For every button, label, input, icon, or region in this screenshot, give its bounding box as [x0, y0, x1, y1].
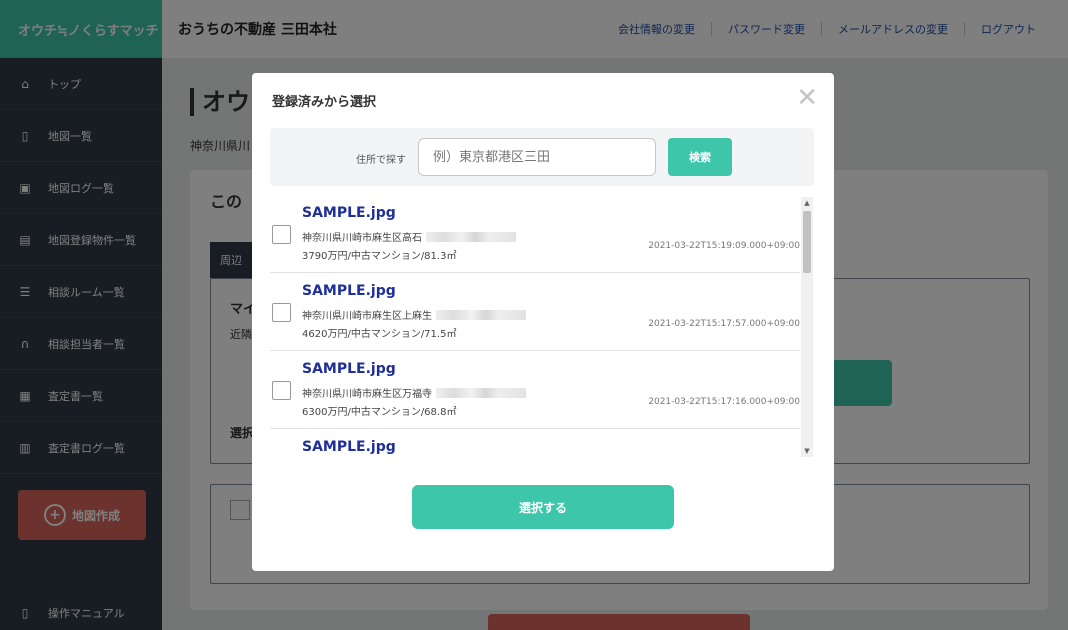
- item-filename: SAMPLE.jpg: [302, 361, 396, 377]
- search-button[interactable]: 検索: [668, 138, 732, 176]
- item-address: 神奈川県川崎市麻生区万福寺: [302, 385, 526, 400]
- list-item[interactable]: SAMPLE.jpg 神奈川県川崎市麻生区万福寺 6300万円/中古マンション/…: [270, 351, 800, 429]
- item-timestamp: 2021-03-22T15:17:16.000+09:00: [648, 397, 800, 407]
- item-timestamp: 2021-03-22T15:17:57.000+09:00: [648, 319, 800, 329]
- list-item[interactable]: SAMPLE.jpg 神奈川県川崎市麻生区上麻生 4620万円/中古マンション/…: [270, 273, 800, 351]
- list-scrollbar[interactable]: ▲ ▼: [801, 197, 813, 457]
- select-registered-modal: 登録済みから選択 ✕ 住所で探す 検索 SAMPLE.jpg 神奈川県川崎市麻生…: [252, 73, 834, 571]
- item-filename: SAMPLE.jpg: [302, 439, 396, 455]
- redacted-block: [436, 309, 526, 320]
- item-address: 神奈川県川崎市麻生区上麻生: [302, 307, 526, 322]
- item-filename: SAMPLE.jpg: [302, 283, 396, 299]
- item-timestamp: 2021-03-22T15:19:09.000+09:00: [648, 241, 800, 251]
- select-button[interactable]: 選択する: [412, 485, 674, 529]
- item-filename: SAMPLE.jpg: [302, 205, 396, 221]
- item-checkbox[interactable]: [272, 381, 291, 400]
- close-icon[interactable]: ✕: [796, 85, 818, 111]
- item-address: 神奈川県川崎市麻生区高石: [302, 229, 516, 244]
- scroll-up-arrow-icon[interactable]: ▲: [801, 197, 813, 209]
- modal-title: 登録済みから選択: [272, 95, 377, 110]
- scroll-thumb[interactable]: [803, 211, 811, 273]
- address-search-input[interactable]: [418, 138, 656, 176]
- scroll-down-arrow-icon[interactable]: ▼: [801, 445, 813, 457]
- redacted-block: [436, 387, 526, 398]
- item-checkbox[interactable]: [272, 225, 291, 244]
- item-checkbox[interactable]: [272, 303, 291, 322]
- redacted-block: [426, 231, 516, 242]
- item-details: 4620万円/中古マンション/71.5㎡: [302, 329, 457, 340]
- list-item[interactable]: SAMPLE.jpg 神奈川県川崎市麻生区高石 3790万円/中古マンション/8…: [270, 195, 800, 273]
- item-details: 6300万円/中古マンション/68.8㎡: [302, 407, 457, 418]
- item-details: 3790万円/中古マンション/81.3㎡: [302, 251, 457, 262]
- list-item[interactable]: SAMPLE.jpg: [270, 429, 800, 457]
- search-panel: 住所で探す 検索: [270, 128, 814, 186]
- registered-list: SAMPLE.jpg 神奈川県川崎市麻生区高石 3790万円/中古マンション/8…: [270, 195, 800, 457]
- search-label: 住所で探す: [356, 155, 406, 166]
